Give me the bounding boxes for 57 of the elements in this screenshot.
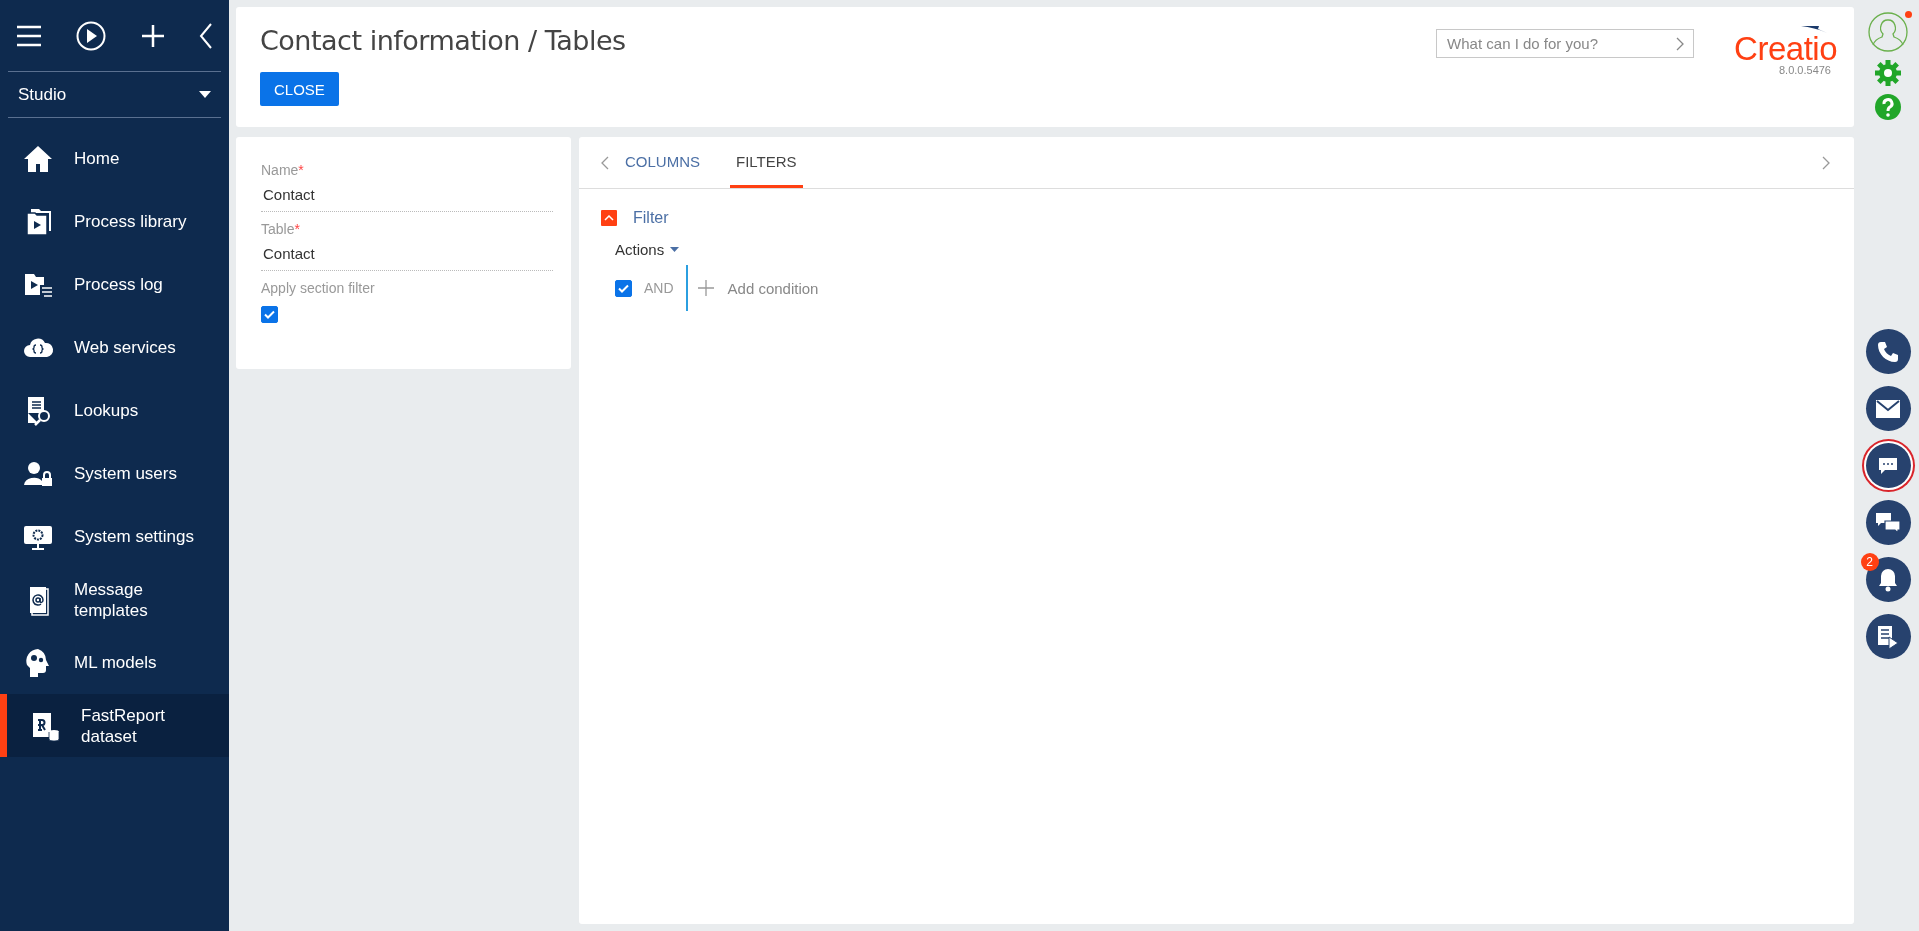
- help-icon[interactable]: [1875, 94, 1901, 120]
- plus-icon: [697, 280, 714, 296]
- communication-button[interactable]: [1865, 386, 1911, 431]
- phone-icon: [1877, 340, 1899, 363]
- sidebar-item[interactable]: Web services: [0, 316, 229, 379]
- sidebar-item[interactable]: System settings: [0, 505, 229, 568]
- plus-icon[interactable]: [140, 23, 165, 48]
- close-button[interactable]: CLOSE: [260, 72, 339, 106]
- field-label: Name*: [261, 162, 305, 178]
- document-play-icon: [1877, 624, 1899, 649]
- collapse-toggle[interactable]: [601, 210, 617, 226]
- chevron-right-icon: [1676, 37, 1685, 51]
- notification-count: 2: [1860, 553, 1879, 571]
- collapse-icon[interactable]: [199, 22, 213, 49]
- chevron-right-icon[interactable]: [1822, 155, 1830, 170]
- chevron-left-icon[interactable]: [601, 155, 609, 170]
- bell-icon: [1878, 567, 1898, 592]
- chevron-up-icon: [604, 215, 614, 221]
- checkmark-icon: [264, 310, 275, 319]
- filter-title[interactable]: Filter: [633, 209, 669, 227]
- checkbox[interactable]: [615, 279, 632, 297]
- tab[interactable]: FILTERS: [730, 137, 803, 188]
- tab[interactable]: COLUMNS: [619, 137, 706, 188]
- input-field[interactable]: Contact: [261, 237, 553, 271]
- input-field[interactable]: Contact: [261, 178, 553, 212]
- sidebar-item[interactable]: Home: [0, 127, 229, 190]
- checkbox[interactable]: [261, 306, 278, 323]
- communication-button[interactable]: [1865, 329, 1911, 374]
- caret-icon: [199, 91, 211, 98]
- communication-button[interactable]: [1865, 614, 1911, 659]
- actions-dropdown[interactable]: Actions: [615, 241, 680, 258]
- sidebar-item[interactable]: Message templates: [0, 568, 229, 631]
- search-field[interactable]: What can I do for you?: [1436, 29, 1695, 58]
- add-condition-link[interactable]: Add condition: [697, 279, 819, 297]
- play-circle-icon[interactable]: [76, 20, 107, 51]
- sidebar-item[interactable]: FastReport dataset: [0, 694, 229, 757]
- envelope-icon: [1876, 399, 1900, 418]
- sidebar-item[interactable]: Process log: [0, 253, 229, 316]
- menu-icon[interactable]: [16, 24, 42, 47]
- checkmark-icon: [618, 283, 629, 293]
- communication-button[interactable]: [1865, 500, 1911, 545]
- version-label: 8.0.0.5476: [1779, 64, 1831, 76]
- field-label: Table*: [261, 221, 301, 237]
- page-title: Contact information / Tables: [260, 25, 626, 56]
- sidebar-item[interactable]: Lookups: [0, 379, 229, 442]
- settings-icon[interactable]: [1875, 60, 1901, 86]
- caret-icon: [670, 247, 680, 252]
- sidebar-item[interactable]: ML models: [0, 631, 229, 694]
- logo-swoosh-icon: [1801, 25, 1827, 34]
- logo: Creatio: [1734, 34, 1837, 64]
- status-dot: [1905, 11, 1912, 18]
- sidebar-item[interactable]: System users: [0, 442, 229, 505]
- chat-bubbles-icon: [1875, 511, 1901, 534]
- field-label: Apply section filter: [261, 280, 376, 296]
- chat-bubble-icon: [1878, 456, 1898, 475]
- sidebar-item[interactable]: Process library: [0, 190, 229, 253]
- workplace-selector[interactable]: Studio: [8, 72, 221, 118]
